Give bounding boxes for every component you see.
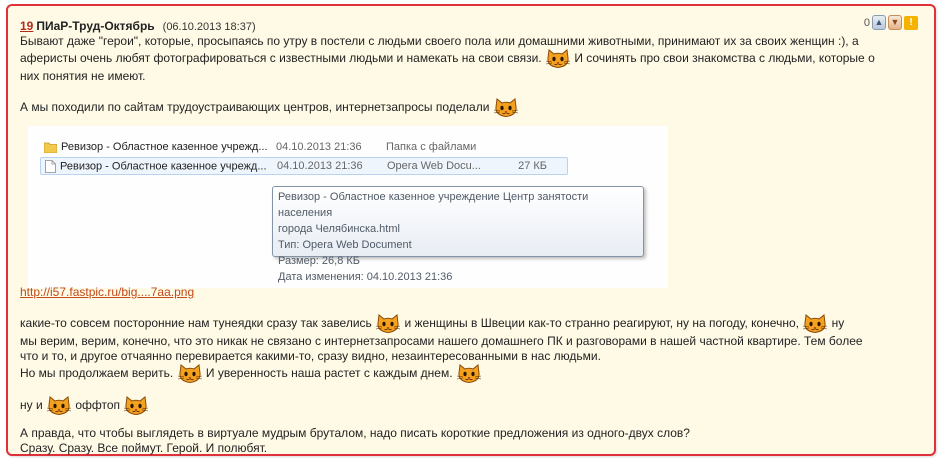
document-icon: [45, 159, 56, 173]
folder-icon: [44, 142, 57, 153]
file-type: Opera Web Docu...: [387, 160, 481, 172]
cat-smiley-icon: [46, 396, 72, 416]
tooltip-line: Ревизор - Областное казенное учреждение …: [278, 191, 589, 219]
text: Но мы продолжаем верить.: [20, 366, 174, 381]
cat-smiley-icon: [456, 364, 482, 384]
paragraph-3: какие-то совсем посторонние нам тунеядки…: [20, 314, 920, 384]
text: аферисты очень любят фотографироваться с…: [20, 51, 542, 66]
text: Сразу. Сразу. Все поймут. Герой. И полюб…: [20, 441, 268, 455]
post-number-link[interactable]: 19: [20, 19, 33, 33]
forum-post: 19 ПИаР-Труд-Октябрь (06.10.2013 18:37) 0 …: [6, 4, 936, 456]
paragraph-5: А правда, что чтобы выглядеть в виртуале…: [20, 426, 920, 456]
post-body-lower: http://i57.fastpic.ru/big....7aa.png как…: [20, 285, 920, 456]
file-row: Ревизор - Областное казенное учрежд... 0…: [40, 138, 568, 156]
text: А правда, что чтобы выглядеть в виртуале…: [20, 426, 690, 440]
warning-icon[interactable]: !: [904, 15, 918, 30]
text: какие-то совсем посторонние нам тунеядки…: [20, 316, 372, 331]
thumbs-up-icon[interactable]: ▲: [872, 15, 886, 30]
paragraph-1: Бывают даже "герои", которые, просыпаясь…: [20, 34, 920, 84]
text: И уверенность наша растет с каждым днем.: [205, 366, 453, 381]
file-date: 04.10.2013 21:36: [276, 141, 362, 153]
tooltip-line: города Челябинска.html: [278, 223, 400, 235]
file-date: 04.10.2013 21:36: [277, 160, 363, 172]
text: А мы походили по сайтам трудоустраивающи…: [20, 100, 490, 115]
post-body: Бывают даже "герои", которые, просыпаясь…: [20, 34, 920, 118]
rating-value: 0: [863, 16, 870, 29]
file-type: Папка с файлами: [386, 141, 477, 153]
text: ну: [831, 316, 845, 331]
file-name: Ревизор - Областное казенное учрежд...: [61, 141, 268, 153]
post-author[interactable]: ПИаР-Труд-Октябрь: [36, 19, 154, 33]
text: что и то, и другое отчаянно перевирается…: [20, 349, 601, 363]
tooltip-line: Тип: Opera Web Document: [278, 239, 412, 251]
tooltip-line: Дата изменения: 04.10.2013 21:36: [278, 271, 453, 283]
file-row-selected: Ревизор - Областное казенное учрежд... 0…: [40, 157, 568, 175]
file-name: Ревизор - Областное казенное учрежд...: [60, 159, 267, 172]
text: и женщины в Швеции как-то странно реагир…: [404, 316, 799, 331]
image-link[interactable]: http://i57.fastpic.ru/big....7aa.png: [20, 285, 194, 299]
text: мы верим, верим, конечно, что это никак …: [20, 334, 863, 348]
cat-smiley-icon: [177, 364, 203, 384]
cat-smiley-icon: [802, 314, 828, 334]
paragraph-4: ну и оффтоп: [20, 396, 920, 416]
embedded-screenshot: Ревизор - Областное казенное учрежд... 0…: [28, 126, 668, 288]
file-tooltip: Ревизор - Областное казенное учреждение …: [272, 186, 644, 283]
cat-smiley-icon: [493, 98, 519, 118]
paragraph-2: А мы походили по сайтам трудоустраивающи…: [20, 98, 920, 118]
text: них понятия не имеют.: [20, 69, 146, 83]
cat-smiley-icon: [375, 314, 401, 334]
post-date: (06.10.2013 18:37): [162, 21, 256, 33]
tooltip-line: Размер: 26,8 КБ: [278, 255, 361, 267]
post-header: 19 ПИаР-Труд-Октябрь (06.10.2013 18:37): [20, 19, 256, 33]
text: ну и: [20, 398, 43, 413]
post-rating: 0 ▲ ▼ !: [864, 15, 918, 30]
cat-smiley-icon: [123, 396, 149, 416]
file-size: 27 КБ: [518, 160, 547, 172]
text: Бывают даже "герои", которые, просыпаясь…: [20, 34, 859, 48]
text: оффтоп: [75, 398, 121, 413]
thumbs-down-icon[interactable]: ▼: [888, 15, 902, 30]
cat-smiley-icon: [545, 49, 571, 69]
text: И сочинять про свои знакомства с людьми,…: [574, 51, 875, 66]
